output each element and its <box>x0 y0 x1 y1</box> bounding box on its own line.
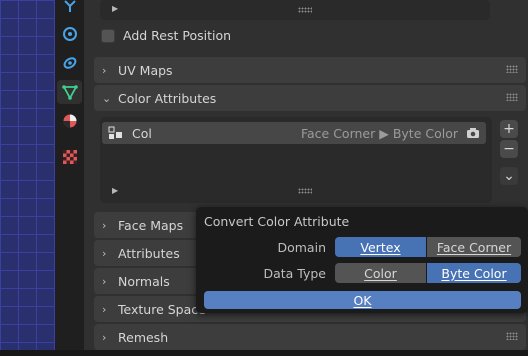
material-icon <box>63 114 76 128</box>
physics-icon <box>62 27 77 41</box>
physics-tab[interactable] <box>57 22 82 46</box>
chevron-down-icon: ⌄ <box>102 91 112 105</box>
domain-option-label: Face Corner <box>436 239 512 255</box>
expand-list-icon[interactable]: ▶ <box>112 186 118 195</box>
convert-color-attribute-dialog: Convert Color Attribute Domain Vertex Fa… <box>196 207 528 313</box>
drag-handle-icon[interactable] <box>506 65 518 73</box>
status-bar <box>0 350 528 356</box>
chevron-down-icon: ⌄ <box>503 168 515 184</box>
domain-option-face-corner[interactable]: Face Corner <box>427 237 521 257</box>
section-label: Attributes <box>118 245 180 261</box>
add-color-attribute-button[interactable]: + <box>500 120 518 138</box>
section-label: UV Maps <box>118 62 173 78</box>
data-type-option-label: Color <box>364 265 397 281</box>
chevron-right-icon: › <box>102 274 107 288</box>
properties-tab-strip <box>55 0 84 350</box>
section-color-attributes[interactable]: ⌄ Color Attributes <box>94 85 526 111</box>
color-attribute-domain-type: Face Corner ▶ Byte Color <box>300 125 458 141</box>
add-rest-position-label: Add Rest Position <box>123 28 232 43</box>
section-label: Color Attributes <box>118 90 217 106</box>
section-label: Face Maps <box>118 217 184 233</box>
section-remesh[interactable]: › Remesh <box>94 324 526 350</box>
mesh-data-icon <box>61 85 78 100</box>
add-rest-position-row[interactable]: Add Rest Position <box>101 28 231 43</box>
chevron-right-icon: › <box>102 302 107 316</box>
section-label: Normals <box>118 273 170 289</box>
ok-button-label: OK <box>353 292 372 308</box>
chevron-right-icon: › <box>102 63 107 77</box>
constraints-icon <box>63 57 76 69</box>
shape-keys-list-footer: ▶ <box>100 0 490 20</box>
section-uv-maps[interactable]: › UV Maps <box>94 57 526 83</box>
resize-grip-icon[interactable] <box>298 188 312 194</box>
data-type-option-byte-color[interactable]: Byte Color <box>427 263 521 283</box>
particles-icon <box>63 0 76 12</box>
texture-icon <box>62 150 77 164</box>
color-attribute-icon <box>108 126 124 140</box>
texture-tab[interactable] <box>57 145 82 169</box>
domain-option-label: Vertex <box>360 239 401 255</box>
chevron-right-icon: › <box>102 330 107 344</box>
color-attribute-item[interactable]: Col Face Corner ▶ Byte Color <box>102 122 486 144</box>
3d-viewport[interactable] <box>0 0 56 350</box>
add-rest-position-checkbox[interactable] <box>101 28 115 43</box>
data-type-option-label: Byte Color <box>441 265 507 281</box>
ok-button[interactable]: OK <box>204 291 521 309</box>
drag-handle-icon[interactable] <box>506 93 518 101</box>
chevron-right-icon: › <box>102 246 107 260</box>
domain-option-vertex[interactable]: Vertex <box>335 237 426 257</box>
drag-handle-icon[interactable] <box>506 332 518 340</box>
material-tab[interactable] <box>57 109 82 133</box>
particles-tab[interactable] <box>57 0 82 18</box>
camera-icon[interactable] <box>466 127 480 139</box>
chevron-right-icon: › <box>102 218 107 232</box>
color-attribute-name: Col <box>132 125 152 141</box>
mesh-data-tab[interactable] <box>57 80 82 104</box>
data-type-option-color[interactable]: Color <box>335 263 426 283</box>
resize-grip-icon[interactable] <box>298 7 312 13</box>
constraints-tab[interactable] <box>57 51 82 75</box>
section-label: Remesh <box>118 329 169 345</box>
dialog-title: Convert Color Attribute <box>204 214 350 229</box>
section-label: Texture Space <box>118 301 206 317</box>
remove-color-attribute-button[interactable]: − <box>500 140 518 158</box>
data-type-label: Data Type <box>263 266 326 281</box>
more-options-button[interactable]: ⌄ <box>500 167 518 185</box>
domain-label: Domain <box>277 240 326 255</box>
expand-list-icon[interactable]: ▶ <box>112 4 118 13</box>
